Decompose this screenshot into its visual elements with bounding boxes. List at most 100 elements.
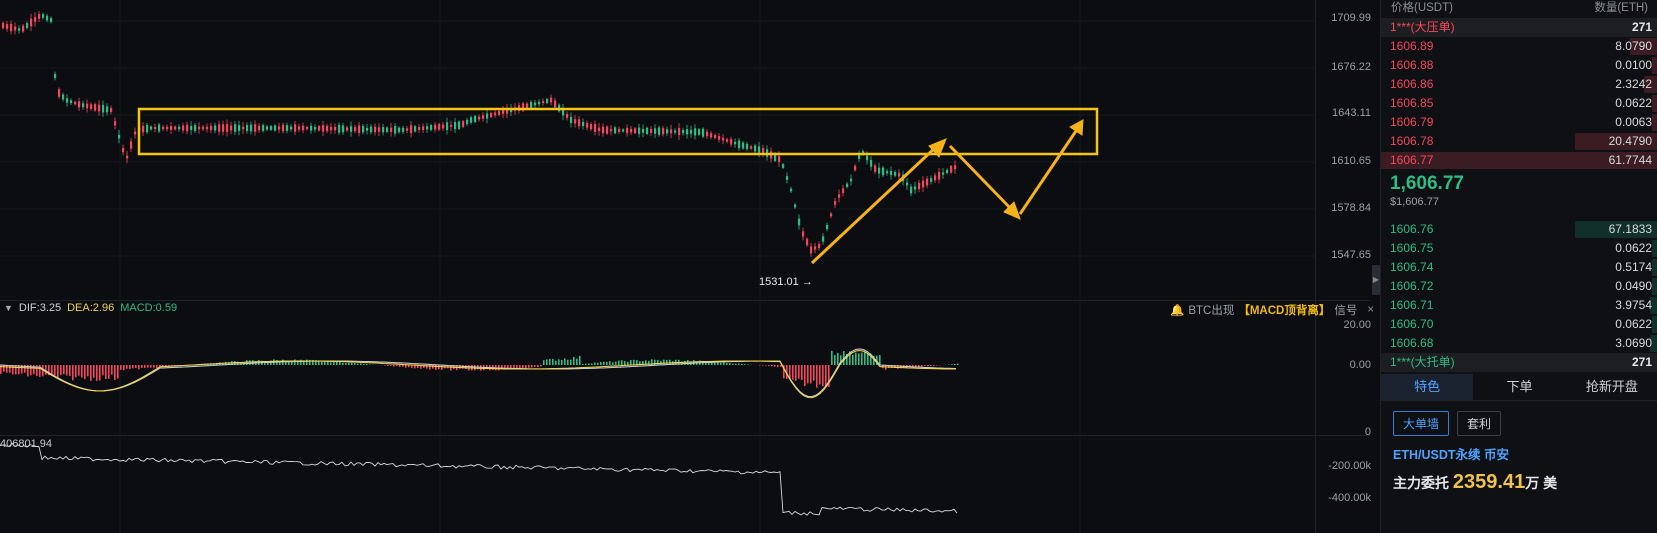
expand-handle-icon[interactable]: ▶ <box>1372 265 1380 295</box>
ask-row[interactable]: 1606.85 0.0622 <box>1381 94 1657 113</box>
candle-body <box>394 126 397 134</box>
candle-body <box>870 159 873 167</box>
candle-body <box>594 124 597 132</box>
macd-histogram-bar <box>741 363 743 365</box>
collapse-icon[interactable]: ▼ <box>4 303 13 313</box>
candle-body <box>450 124 453 127</box>
pane-divider <box>0 435 1370 436</box>
tab-features[interactable]: 特色 <box>1381 374 1474 400</box>
volume-axis-label: -200.00k <box>1328 460 1371 472</box>
tab-order[interactable]: 下单 <box>1473 374 1565 400</box>
ask-row[interactable]: 1606.86 2.3242 <box>1381 75 1657 94</box>
macd-histogram-bar <box>867 353 869 365</box>
chip-big-order-wall[interactable]: 大单墙 <box>1393 411 1450 436</box>
chart-area[interactable]: 1531.01 → 1709.99 1676.22 1643.11 1610.6… <box>0 0 1380 533</box>
candle-body <box>750 146 753 149</box>
candle-body <box>422 126 425 130</box>
macd-histogram-bar <box>147 365 149 368</box>
big-buy-label: 1***(大托单) <box>1390 355 1455 369</box>
candle-body <box>130 141 133 149</box>
macd-histogram-bar <box>723 362 725 365</box>
macd-histogram-bar <box>834 355 836 365</box>
bid-row[interactable]: 1606.71 3.9754 <box>1381 296 1657 315</box>
macd-label: MACD:0.59 <box>120 302 178 314</box>
candle-body <box>574 119 577 124</box>
price-axis-label: 1643.11 <box>1332 107 1371 119</box>
candle-body <box>414 126 417 132</box>
bid-row[interactable]: 1606.76 67.1833 <box>1381 220 1657 239</box>
candle-body <box>66 98 69 103</box>
macd-histogram-bar <box>396 365 398 367</box>
chip-arbitrage[interactable]: 套利 <box>1457 411 1502 436</box>
bid-row[interactable]: 1606.75 0.0622 <box>1381 239 1657 258</box>
candle-body <box>926 178 929 186</box>
signal-highlight: 【MACD顶背离】 <box>1238 305 1331 317</box>
candle-body <box>854 165 857 171</box>
bid-row[interactable]: 1606.68 3.0690 <box>1381 334 1657 353</box>
bid-row[interactable]: 1606.74 0.5174 <box>1381 258 1657 277</box>
candle-body <box>286 125 289 131</box>
candle-body <box>822 236 825 242</box>
trading-pair[interactable]: ETH/USDT永续 币安 <box>1381 442 1657 465</box>
candle-body <box>242 126 245 130</box>
macd-histogram-bar <box>60 365 62 375</box>
candle-body <box>34 17 37 22</box>
price-axis-label: 1610.65 <box>1331 155 1371 167</box>
candle-body <box>526 103 529 109</box>
macd-histogram-bar <box>528 365 530 368</box>
candle-body <box>146 124 149 133</box>
ask-row[interactable]: 1606.78 20.4790 <box>1381 132 1657 151</box>
bid-row[interactable]: 1606.70 0.0622 <box>1381 315 1657 334</box>
candle-body <box>210 125 213 131</box>
ask-qty: 8.0790 <box>1615 39 1652 53</box>
candle-body <box>602 126 605 134</box>
ask-row[interactable]: 1606.89 8.0790 <box>1381 37 1657 56</box>
macd-histogram-bar <box>9 365 11 373</box>
ask-price: 1606.78 <box>1390 134 1434 148</box>
big-buy-row[interactable]: 1***(大托单) 271 <box>1381 353 1657 372</box>
macd-histogram-bar <box>951 364 953 365</box>
candle-body <box>114 121 117 126</box>
candle-body <box>366 127 369 131</box>
big-sell-row[interactable]: 1***(大压单) 271 <box>1381 18 1657 37</box>
candle-body <box>346 127 349 131</box>
candle-body <box>654 128 657 134</box>
candle-body <box>946 169 949 173</box>
ask-row[interactable]: 1606.88 0.0100 <box>1381 56 1657 75</box>
macd-histogram-bar <box>525 365 527 369</box>
candle-body <box>50 18 53 22</box>
close-icon[interactable]: × <box>1367 304 1374 316</box>
candle-body <box>458 121 461 129</box>
candle-body <box>30 18 33 27</box>
macd-histogram-bar <box>111 365 113 375</box>
signal-prefix: BTC出现 <box>1188 305 1235 317</box>
macd-histogram-bar <box>816 365 818 388</box>
candle-body <box>950 165 953 173</box>
candle-body <box>122 147 125 153</box>
tab-new-listing[interactable]: 抢新开盘 <box>1566 374 1657 400</box>
macd-histogram-bar <box>729 363 731 365</box>
ask-row[interactable]: 1606.79 0.0063 <box>1381 113 1657 132</box>
macd-histogram-bar <box>819 365 821 385</box>
macd-histogram-bar <box>513 365 515 369</box>
candle-body <box>502 110 505 114</box>
ask-qty: 0.0622 <box>1615 96 1652 110</box>
depth-bar <box>1652 278 1657 295</box>
candle-body <box>194 125 197 131</box>
macd-histogram-bar <box>810 365 812 384</box>
signal-notification[interactable]: 🔔 BTC出现 【MACD顶背离】 信号 × <box>1170 302 1374 318</box>
candle-body <box>190 125 193 131</box>
ask-row[interactable]: 1606.77 61.7744 <box>1381 151 1657 170</box>
candle-body <box>938 171 941 180</box>
price-chart[interactable]: 1531.01 → <box>0 0 1315 533</box>
macd-histogram-bar <box>825 365 827 386</box>
candle-body <box>818 244 821 248</box>
macd-histogram-bar <box>333 361 335 365</box>
candle-body <box>478 116 481 120</box>
bid-row[interactable]: 1606.72 0.0490 <box>1381 277 1657 296</box>
macd-histogram-bar <box>627 361 629 365</box>
candle-body <box>806 238 809 246</box>
candle-body <box>606 126 609 134</box>
candle-body <box>494 112 497 116</box>
macd-legend: ▼ DIF:3.25 DEA:2.96 MACD:0.59 <box>4 302 177 314</box>
